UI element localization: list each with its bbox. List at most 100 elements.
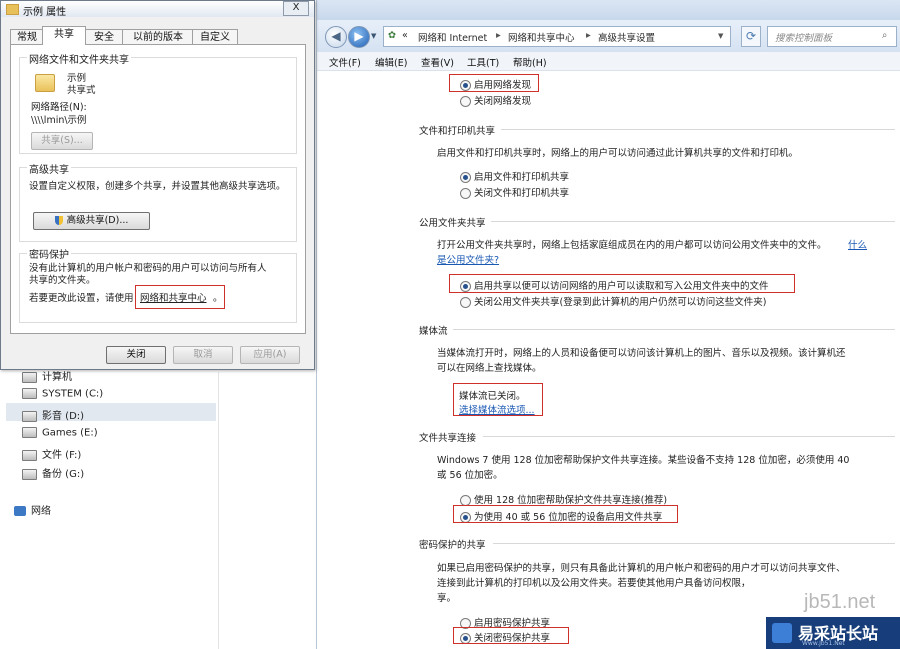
menu-tools[interactable]: 工具(T) (467, 55, 499, 69)
apply-button[interactable]: 应用(A) (240, 346, 300, 364)
advanced-share-group (19, 167, 297, 242)
password-sharing-desc-line1: 如果已启用密码保护的共享，则只有具备此计算机的用户帐户和密码的用户才可以访问共享… (437, 563, 846, 574)
dialog-titlebar: 示例 属性 X (1, 1, 314, 18)
nav-network-label: 网络 (31, 506, 51, 517)
drive-label: SYSTEM (C:) (42, 388, 104, 400)
folder-icon (6, 4, 19, 15)
nav-computer-label: 计算机 (42, 372, 72, 383)
drive-icon (22, 449, 37, 461)
network-icon (14, 506, 26, 516)
nav-drive-c[interactable]: SYSTEM (C:) (22, 388, 103, 400)
folder-name: 示例 (67, 73, 87, 84)
file-printer-off-label[interactable]: 关闭文件和打印机共享 (474, 185, 569, 199)
drive-label: 影音 (D:) (42, 411, 85, 422)
control-panel-icon: ✿ (388, 30, 396, 41)
nav-network[interactable]: 网络 (14, 502, 51, 517)
advanced-share-desc: 设置自定义权限，创建多个共享，并设置其他高级共享选项。 (29, 181, 286, 192)
drive-icon (22, 427, 37, 438)
section-divider (483, 436, 895, 437)
share-button[interactable]: 共享(S)... (31, 132, 93, 150)
menu-help[interactable]: 帮助(H) (513, 55, 547, 69)
password-desc-line2: 共享的文件夹。 (29, 275, 96, 286)
properties-dialog: 示例 属性 X 常规 共享 安全 以前的版本 自定义 网络文件和文件夹共享 示例… (0, 0, 315, 370)
tab-previous-versions[interactable]: 以前的版本 (122, 29, 194, 45)
discovery-off-radio[interactable] (460, 96, 471, 107)
discovery-off-label[interactable]: 关闭网络发现 (474, 93, 531, 107)
drive-icon (22, 410, 37, 422)
address-bar[interactable]: ✿ « 网络和 Internet ▸ 网络和共享中心 ▸ 高级共享设置 ▼ (383, 26, 731, 47)
section-divider (501, 129, 895, 130)
drive-label: Games (E:) (42, 427, 98, 439)
menu-view[interactable]: 查看(V) (421, 55, 454, 69)
breadcrumb-separator-icon: ▸ (496, 30, 501, 41)
breadcrumb-chevron[interactable]: « (402, 30, 408, 41)
file-share-conn-desc-line1: Windows 7 使用 128 位加密帮助保护文件共享连接。某些设备不支持 1… (437, 455, 850, 466)
file-printer-on-label[interactable]: 启用文件和打印机共享 (474, 169, 569, 183)
address-dropdown-icon[interactable]: ▼ (718, 32, 723, 40)
file-printer-off-radio[interactable] (460, 188, 471, 199)
window-titlebar (317, 0, 900, 20)
breadcrumb-network-center[interactable]: 网络和共享中心 (508, 30, 575, 44)
highlight-box (449, 74, 539, 92)
file-printer-on-radio[interactable] (460, 172, 471, 183)
password-group-title: 密码保护 (27, 246, 71, 261)
password-sharing-desc-line3: 享。 (437, 593, 457, 604)
cancel-button[interactable]: 取消 (173, 346, 233, 364)
advanced-share-button[interactable]: 高级共享(D)... (33, 212, 150, 230)
search-placeholder: 搜索控制面板 (775, 33, 833, 44)
advanced-share-title: 高级共享 (27, 161, 71, 176)
highlight-box (453, 627, 569, 644)
public-folder-help-link[interactable]: 什么 (848, 238, 867, 254)
public-folder-off-radio[interactable] (460, 297, 471, 308)
watermark-tagline: Www.Jb51.Net (802, 640, 845, 647)
tab-sharing[interactable]: 共享 (42, 26, 86, 45)
tab-security[interactable]: 安全 (84, 29, 124, 45)
close-button[interactable]: 关闭 (106, 346, 166, 364)
password-desc-line1: 没有此计算机的用户帐户和密码的用户可以访问与所有人 (29, 263, 267, 274)
menu-edit[interactable]: 编辑(E) (375, 55, 407, 69)
drive-icon (22, 388, 37, 399)
highlight-box (453, 383, 543, 416)
tab-customize[interactable]: 自定义 (192, 29, 238, 45)
nav-computer[interactable]: 计算机 (22, 368, 72, 383)
menu-bar: 文件(F) 编辑(E) 查看(V) 工具(T) 帮助(H) (317, 52, 900, 71)
search-input[interactable]: 搜索控制面板 ⌕ (767, 26, 897, 47)
pane-divider (218, 372, 219, 649)
highlight-box (135, 285, 225, 309)
media-desc-line1: 当媒体流打开时，网络上的人员和设备便可以访问该计算机上的图片、音乐以及视频。该计… (437, 348, 846, 359)
refresh-button[interactable]: ⟳ (741, 26, 761, 47)
address-toolbar: ◀ ▶ ▼ ✿ « 网络和 Internet ▸ 网络和共享中心 ▸ 高级共享设… (317, 20, 900, 53)
menu-file[interactable]: 文件(F) (329, 55, 361, 69)
tab-general[interactable]: 常规 (10, 29, 44, 45)
breadcrumb-advanced-sharing[interactable]: 高级共享设置 (598, 30, 655, 44)
section-divider (453, 329, 895, 330)
breadcrumb-network-internet[interactable]: 网络和 Internet (418, 30, 487, 44)
computer-icon (22, 371, 37, 383)
password-change-text: 若要更改此设置，请使用 (29, 293, 134, 304)
encrypt-128-label[interactable]: 使用 128 位加密帮助保护文件共享连接(推荐) (474, 492, 667, 506)
drive-label: 文件 (F:) (42, 450, 82, 461)
nav-drive-g[interactable]: 备份 (G:) (22, 465, 84, 480)
back-button[interactable]: ◀ (325, 26, 347, 48)
section-divider (493, 543, 895, 544)
watermark-banner: 易采站长站 Www.Jb51.Net (766, 617, 900, 649)
logo-icon (772, 623, 792, 643)
nav-drive-f[interactable]: 文件 (F:) (22, 446, 81, 461)
folder-status: 共享式 (67, 85, 96, 96)
nav-drive-e[interactable]: Games (E:) (22, 427, 98, 439)
drive-label: 备份 (G:) (42, 469, 85, 480)
section-divider (491, 221, 895, 222)
folder-icon (35, 74, 55, 92)
public-folder-off-label[interactable]: 关闭公用文件夹共享(登录到此计算机的用户仍然可以访问这些文件夹) (474, 294, 766, 308)
recent-pages-icon[interactable]: ▼ (371, 32, 376, 40)
breadcrumb-separator-icon: ▸ (586, 30, 591, 41)
file-share-conn-desc-line2: 或 56 位加密。 (437, 470, 503, 481)
nav-drive-d[interactable]: 影音 (D:) (22, 407, 84, 422)
share-group-title: 网络文件和文件夹共享 (27, 51, 131, 66)
dialog-title: 示例 属性 (23, 7, 67, 18)
highlight-box (449, 274, 795, 293)
file-printer-desc: 启用文件和打印机共享时，网络上的用户可以访问通过此计算机共享的文件和打印机。 (437, 148, 799, 159)
forward-button[interactable]: ▶ (348, 26, 370, 48)
dialog-close-button[interactable]: X (283, 1, 309, 16)
public-folder-help-link-cont[interactable]: 是公用文件夹? (437, 253, 499, 269)
